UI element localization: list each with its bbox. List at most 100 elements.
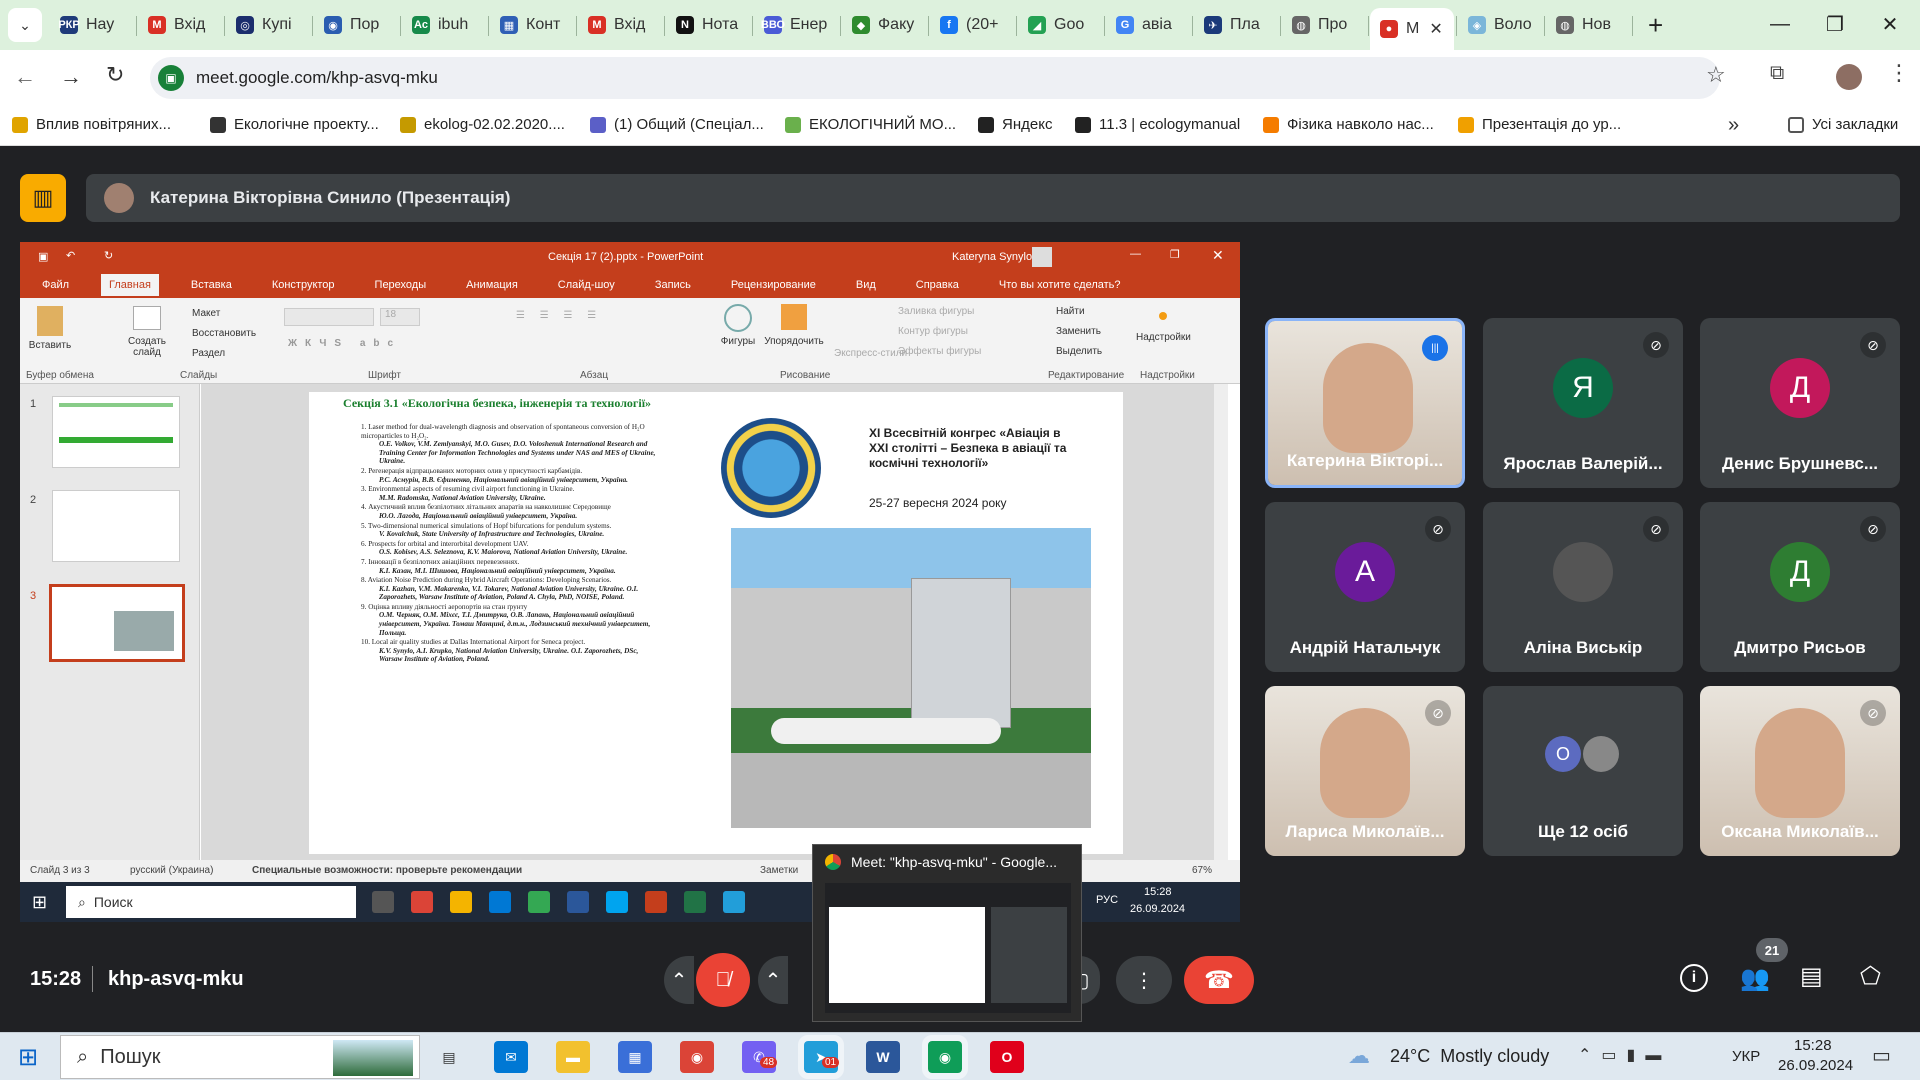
paragraph-icons[interactable]: ☰ ☰ ☰ ☰ bbox=[516, 310, 602, 321]
address-bar[interactable]: ▣ meet.google.com/khp-asvq-mku bbox=[150, 57, 1720, 99]
minimize-button[interactable]: — bbox=[1750, 0, 1810, 48]
ppt-restore-icon[interactable]: ❐ bbox=[1170, 248, 1180, 261]
ppt-menu-item[interactable]: Запись bbox=[647, 274, 699, 296]
browser-tab[interactable]: N Нота bbox=[666, 8, 748, 42]
browser-tab[interactable]: ◢ Goo bbox=[1018, 8, 1100, 42]
participant-tile[interactable]: Аліна Виськір ⊘ bbox=[1483, 502, 1683, 672]
vertical-scrollbar[interactable] bbox=[1214, 384, 1228, 860]
font-box[interactable] bbox=[284, 308, 374, 326]
bookmark-item[interactable]: (1) Общий (Спеціал... bbox=[590, 116, 764, 133]
bookmark-item[interactable]: ekolog-02.02.2020.... bbox=[400, 116, 565, 133]
chat-button[interactable]: ▤ bbox=[1800, 962, 1823, 991]
slide-thumb-1[interactable] bbox=[52, 396, 180, 468]
bookmark-item[interactable]: Вплив повітряних... bbox=[12, 116, 171, 133]
browser-tab[interactable]: ◆ Факу bbox=[842, 8, 924, 42]
browser-tab[interactable]: Ac ibuh bbox=[402, 8, 484, 42]
font-format-icons[interactable]: ЖКЧS abc bbox=[288, 338, 401, 349]
menu-icon[interactable]: ⋮ bbox=[1888, 60, 1910, 86]
participant-tile[interactable]: Лариса Миколаїв... ⊘ bbox=[1265, 686, 1465, 856]
slide-thumb-2[interactable] bbox=[52, 490, 180, 562]
accessibility-status[interactable]: Специальные возможности: проверьте реком… bbox=[252, 865, 522, 876]
ppt-menu-item[interactable]: Вид bbox=[848, 274, 884, 296]
browser-tab[interactable]: ◈ Воло bbox=[1458, 8, 1540, 42]
browser-tab[interactable]: РКР Нау bbox=[50, 8, 132, 42]
redo-icon[interactable]: ↻ bbox=[104, 249, 113, 262]
browser-tab[interactable]: ▦ Конт bbox=[490, 8, 572, 42]
layout-button[interactable]: Макет bbox=[192, 308, 220, 319]
mail-icon[interactable]: ✉ bbox=[494, 1041, 528, 1073]
task-view-icon[interactable]: ▤ bbox=[432, 1041, 466, 1073]
bookmark-item[interactable]: Фізика навколо нас... bbox=[1263, 116, 1434, 133]
site-info-icon[interactable]: ▣ bbox=[158, 65, 184, 91]
bookmark-star-icon[interactable]: ☆ bbox=[1706, 62, 1726, 88]
presentation-icon[interactable]: ▥ bbox=[20, 174, 66, 222]
browser-tab[interactable]: ● M ✕ bbox=[1370, 8, 1454, 50]
more-bookmarks-button[interactable]: » bbox=[1728, 114, 1739, 137]
window-preview-popup[interactable]: Meet: "khp-asvq-mku" - Google... bbox=[812, 844, 1082, 1022]
reload-button[interactable]: ↻ bbox=[106, 62, 124, 88]
more-options-button[interactable]: ⋮ bbox=[1116, 956, 1172, 1004]
meeting-info-button[interactable]: i bbox=[1680, 964, 1708, 992]
clock-time[interactable]: 15:28 bbox=[1794, 1037, 1832, 1054]
ppt-menu-item[interactable]: Слайд-шоу bbox=[550, 274, 623, 296]
word-icon[interactable]: W bbox=[866, 1041, 900, 1073]
select-button[interactable]: Выделить bbox=[1056, 346, 1102, 357]
chrome-active-icon[interactable]: ◉ bbox=[922, 1035, 968, 1079]
ppt-menu-item[interactable]: Конструктор bbox=[264, 274, 343, 296]
activities-button[interactable]: ⬠ bbox=[1860, 962, 1881, 991]
browser-tab[interactable]: ✈ Пла bbox=[1194, 8, 1276, 42]
participant-tile[interactable]: Я Ярослав Валерій... ⊘ bbox=[1483, 318, 1683, 488]
chrome-icon[interactable]: ◉ bbox=[680, 1041, 714, 1073]
bookmark-item[interactable]: 11.3 | ecologymanual bbox=[1075, 116, 1240, 133]
leave-call-button[interactable]: ☎ bbox=[1184, 956, 1254, 1004]
shape-outline-button[interactable]: Контур фигуры bbox=[898, 326, 968, 337]
audio-options-button[interactable]: ⌃ bbox=[664, 956, 694, 1004]
addins-button[interactable]: Надстройки bbox=[1136, 312, 1191, 343]
weather-text[interactable]: 24°C Mostly cloudy bbox=[1390, 1046, 1549, 1067]
browser-tab[interactable]: ◎ Купі bbox=[226, 8, 308, 42]
shapes-button[interactable]: Фигуры bbox=[716, 304, 760, 347]
replace-button[interactable]: Заменить bbox=[1056, 326, 1101, 337]
back-button[interactable]: ← bbox=[14, 64, 36, 90]
video-options-button[interactable]: ⌃ bbox=[758, 956, 788, 1004]
close-window-button[interactable]: ✕ bbox=[1860, 0, 1920, 48]
people-button[interactable]: 👥 bbox=[1740, 964, 1770, 993]
bookmark-item[interactable]: Екологічне проекту... bbox=[210, 116, 379, 133]
browser-tab[interactable]: f (20+ bbox=[930, 8, 1012, 42]
ppt-menu-item[interactable]: Справка bbox=[908, 274, 967, 296]
ppt-menu-item[interactable]: Анимация bbox=[458, 274, 526, 296]
start-button[interactable]: ⊞ bbox=[18, 1043, 38, 1072]
ppt-close-icon[interactable]: ✕ bbox=[1212, 247, 1224, 264]
clock-date[interactable]: 26.09.2024 bbox=[1778, 1057, 1853, 1074]
section-button[interactable]: Раздел bbox=[192, 348, 225, 359]
zoom-level[interactable]: 67% bbox=[1192, 865, 1212, 876]
new-tab-button[interactable]: + bbox=[1648, 10, 1663, 41]
bookmark-item[interactable]: Яндекс bbox=[978, 116, 1052, 133]
ppt-menu-item[interactable]: Что вы хотите сделать? bbox=[991, 274, 1129, 296]
restore-button[interactable]: ❐ bbox=[1805, 0, 1865, 48]
new-slide-button[interactable]: Создать слайд bbox=[124, 306, 170, 358]
browser-tab[interactable]: ◍ Про bbox=[1282, 8, 1364, 42]
ppt-menu-item[interactable]: Вставка bbox=[183, 274, 240, 296]
save-icon[interactable]: ▣ bbox=[38, 250, 48, 263]
participant-tile[interactable]: Д Дмитро Рисьов ⊘ bbox=[1700, 502, 1900, 672]
ppt-minimize-icon[interactable]: — bbox=[1130, 248, 1141, 260]
find-button[interactable]: Найти bbox=[1056, 306, 1085, 317]
browser-tab[interactable]: M Вхід bbox=[578, 8, 660, 42]
browser-tab[interactable]: Gавіа bbox=[1106, 8, 1188, 42]
slide[interactable]: Секція 3.1 «Екологічна безпека, інженері… bbox=[309, 392, 1123, 854]
forward-button[interactable]: → bbox=[60, 64, 82, 90]
close-tab-icon[interactable]: ✕ bbox=[1429, 19, 1442, 39]
opera-icon[interactable]: O bbox=[990, 1041, 1024, 1073]
participant-tile[interactable]: А Андрій Натальчук ⊘ bbox=[1265, 502, 1465, 672]
store-icon[interactable]: ▦ bbox=[618, 1041, 652, 1073]
notifications-icon[interactable]: ▭ bbox=[1872, 1043, 1891, 1068]
undo-icon[interactable]: ↶ bbox=[66, 249, 75, 262]
slide-thumb-3[interactable] bbox=[49, 584, 185, 662]
all-bookmarks[interactable]: Усі закладки bbox=[1788, 116, 1898, 133]
notes-button[interactable]: Заметки bbox=[760, 865, 798, 876]
shape-fill-button[interactable]: Заливка фигуры bbox=[898, 306, 974, 317]
browser-tab[interactable]: ◍ Нов bbox=[1546, 8, 1628, 42]
file-explorer-icon[interactable]: ▬ bbox=[556, 1041, 590, 1073]
font-size-box[interactable]: 18 bbox=[380, 308, 420, 326]
